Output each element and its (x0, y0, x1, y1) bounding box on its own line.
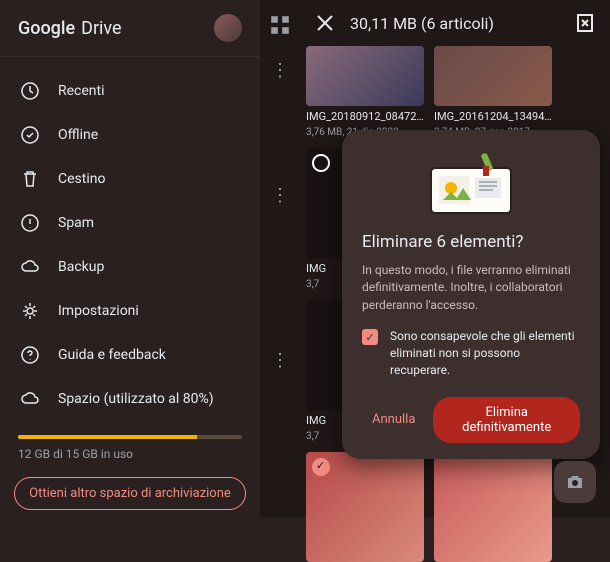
more-icon[interactable]: ⋮ (271, 185, 289, 206)
nav-trash[interactable]: Cestino (0, 157, 260, 201)
avatar[interactable] (214, 14, 242, 42)
nav-label: Guida e feedback (58, 347, 166, 363)
storage-text: 12 GB di 15 GB in uso (0, 447, 260, 473)
nav-spam[interactable]: Spam (0, 201, 260, 245)
nav-label: Cestino (58, 171, 105, 187)
file-thumbnail (434, 452, 552, 562)
nav-settings[interactable]: Impostazioni (0, 289, 260, 333)
nav-recent[interactable]: Recenti (0, 69, 260, 113)
nav-offline[interactable]: Offline (0, 113, 260, 157)
nav-storage[interactable]: Spazio (utilizzato al 80%) (0, 377, 260, 421)
nav-label: Recenti (58, 83, 105, 99)
logo-light: Drive (81, 18, 121, 39)
file-thumbnail (306, 46, 424, 106)
nav-backup[interactable]: Backup (0, 245, 260, 289)
cloud-icon (20, 257, 40, 277)
close-icon[interactable] (314, 12, 336, 34)
confirm-delete-button[interactable]: Elimina definitivamente (433, 397, 580, 443)
help-icon (20, 345, 40, 365)
nav-label: Backup (58, 259, 104, 275)
nav-label: Impostazioni (58, 303, 139, 319)
storage-bar (18, 435, 242, 439)
storage-fill (18, 435, 197, 439)
logo: Google Drive (0, 0, 260, 56)
trash-icon (20, 169, 40, 189)
dialog-body: In questo modo, i file verranno eliminat… (362, 262, 580, 314)
more-icon[interactable]: ⋮ (271, 350, 289, 371)
clock-icon (20, 81, 40, 101)
selection-title: 30,11 MB (6 articoli) (350, 14, 560, 33)
grid-view-icon[interactable] (269, 14, 291, 36)
file-item[interactable] (434, 452, 552, 562)
nav-label: Spazio (utilizzato al 80%) (58, 391, 214, 407)
acknowledge-label: Sono consapevole che gli elementi elimin… (390, 328, 580, 378)
delete-confirm-dialog: Eliminare 6 elementi? In questo modo, i … (342, 130, 600, 459)
cancel-button[interactable]: Annulla (362, 397, 425, 443)
file-name: IMG_20180912_084723460… (306, 110, 424, 123)
file-thumbnail (306, 452, 424, 562)
logo-bold: Google (18, 18, 75, 39)
gear-icon (20, 301, 40, 321)
cloud-icon (20, 389, 40, 409)
nav-label: Spam (58, 215, 94, 231)
get-storage-button[interactable]: Ottieni altro spazio di archiviazione (14, 477, 246, 510)
side-toolbar: ⋮ ⋮ ⋮ (260, 0, 300, 371)
dialog-acknowledge-row: ✓ Sono consapevole che gli elementi elim… (362, 328, 580, 378)
file-item[interactable]: IMG_20180912_084723460… 3,76 MB, 21 dic … (306, 46, 424, 138)
file-name: IMG_20161204_134948757_… (434, 110, 552, 123)
content-area: ⋮ ⋮ ⋮ 30,11 MB (6 articoli) IMG_20180912… (260, 0, 610, 517)
nav-label: Offline (58, 127, 98, 143)
selection-check[interactable] (312, 458, 330, 476)
spam-icon (20, 213, 40, 233)
file-item[interactable]: IMG_20161204_134948757_… 3,74 MB, 27 gen… (434, 46, 552, 138)
divider (0, 56, 260, 57)
camera-icon (565, 472, 585, 492)
nav: Recenti Offline Cestino Spam Backup Impo… (0, 61, 260, 429)
sidebar: Google Drive Recenti Offline Cestino Spa… (0, 0, 260, 517)
dialog-title: Eliminare 6 elementi? (362, 232, 580, 252)
dialog-actions: Annulla Elimina definitivamente (362, 397, 580, 443)
selection-check[interactable] (312, 154, 330, 172)
nav-help[interactable]: Guida e feedback (0, 333, 260, 377)
camera-fab[interactable] (554, 461, 596, 503)
delete-illustration-icon (411, 148, 531, 218)
offline-icon (20, 125, 40, 145)
selection-topbar: 30,11 MB (6 articoli) (300, 0, 610, 46)
more-icon[interactable]: ⋮ (271, 60, 289, 81)
file-thumbnail (434, 46, 552, 106)
file-item[interactable] (306, 452, 424, 562)
acknowledge-checkbox[interactable]: ✓ (362, 329, 378, 345)
delete-forever-icon[interactable] (574, 12, 596, 34)
